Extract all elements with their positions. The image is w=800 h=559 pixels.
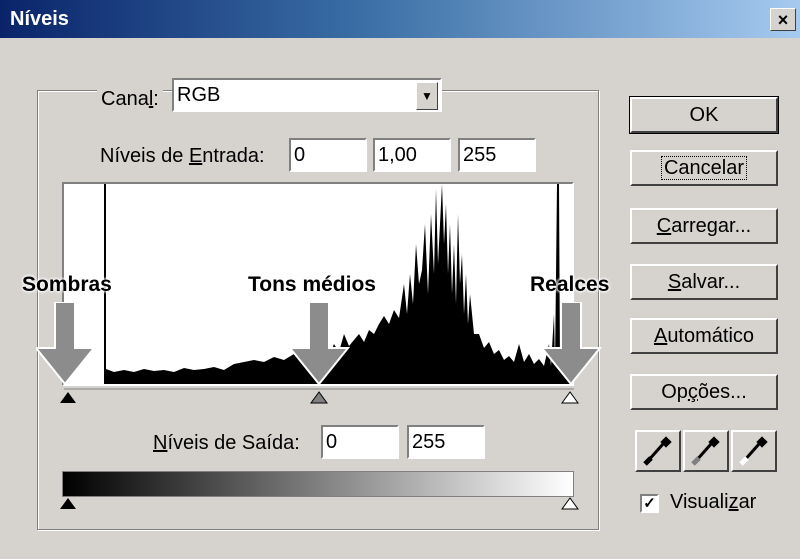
options-button-label-post: ões... xyxy=(697,381,747,403)
preview-label-key: z xyxy=(728,491,739,513)
highlights-slider-handle[interactable] xyxy=(561,391,579,404)
channel-label-text: Cana xyxy=(101,88,149,110)
black-eyedropper-button[interactable] xyxy=(635,430,681,472)
output-levels-label-key: N xyxy=(153,432,168,454)
output-high-slider-handle[interactable] xyxy=(561,497,579,510)
output-levels-label-rest: íveis de Saída: xyxy=(167,432,300,454)
output-slider-track[interactable] xyxy=(60,497,580,513)
input-shadows-field[interactable]: 0 xyxy=(289,138,367,172)
annotation-highlights: Realces xyxy=(530,273,610,296)
output-high-field[interactable]: 255 xyxy=(407,425,485,459)
options-button-key: ç xyxy=(687,381,698,403)
auto-button[interactable]: Automático xyxy=(630,318,778,354)
ok-button[interactable]: OK xyxy=(629,96,779,134)
preview-checkbox[interactable]: ✓ xyxy=(640,494,659,513)
preview-label[interactable]: Visualizar xyxy=(670,491,756,514)
output-low-field[interactable]: 0 xyxy=(321,425,399,459)
output-levels-label: Níveis de Saída: xyxy=(153,432,300,455)
annotation-shadows: Sombras xyxy=(22,273,112,296)
preview-label-pre: Visuali xyxy=(670,491,729,513)
channel-label: Canal: xyxy=(97,88,163,111)
auto-button-label: utomático xyxy=(667,325,755,347)
auto-button-key: A xyxy=(653,325,668,347)
save-button[interactable]: Salvar... xyxy=(630,264,778,300)
load-button-key: C xyxy=(656,215,672,237)
input-levels-label-rest: ntrada: xyxy=(202,145,265,167)
title-bar: Níveis × xyxy=(0,0,800,38)
save-button-key: S xyxy=(667,271,682,293)
save-button-label: alvar... xyxy=(681,271,741,293)
input-highlights-field[interactable]: 255 xyxy=(458,138,536,172)
gray-eyedropper-button[interactable] xyxy=(683,430,729,472)
input-slider-track[interactable] xyxy=(60,387,580,407)
dialog-title: Níveis xyxy=(10,8,69,30)
input-levels-label-text: Níveis de xyxy=(100,145,189,167)
preview-label-post: ar xyxy=(738,491,757,513)
output-low-slider-handle[interactable] xyxy=(60,498,76,509)
load-button[interactable]: Carregar... xyxy=(630,208,778,244)
channel-label-colon: : xyxy=(153,88,159,110)
white-eyedropper-button[interactable] xyxy=(731,430,777,472)
gray-eyedropper-icon xyxy=(691,436,720,466)
input-levels-label-key: E xyxy=(188,145,203,167)
cancel-button[interactable]: Cancelar xyxy=(630,150,778,186)
shadows-slider-handle[interactable] xyxy=(60,392,76,403)
options-button[interactable]: Opções... xyxy=(630,374,778,410)
channel-value: RGB xyxy=(177,84,221,106)
highlights-arrow-icon xyxy=(542,302,602,386)
output-gradient-bar xyxy=(62,471,574,497)
options-button-label-pre: Op xyxy=(661,381,688,403)
annotation-midtones: Tons médios xyxy=(248,273,376,296)
midtones-slider-handle[interactable] xyxy=(310,391,328,404)
load-button-label: arregar... xyxy=(671,215,752,237)
black-eyedropper-icon xyxy=(643,436,672,466)
channel-select[interactable]: RGB ▼ xyxy=(172,78,442,112)
input-levels-label: Níveis de Entrada: xyxy=(100,145,265,168)
white-eyedropper-icon xyxy=(739,436,768,466)
shadows-arrow-icon xyxy=(36,302,96,386)
close-button[interactable]: × xyxy=(770,8,796,31)
cancel-button-label: Cancelar xyxy=(660,156,748,180)
input-midtones-field[interactable]: 1,00 xyxy=(373,138,451,172)
chevron-down-icon[interactable]: ▼ xyxy=(416,82,438,110)
midtones-arrow-icon xyxy=(290,302,350,386)
